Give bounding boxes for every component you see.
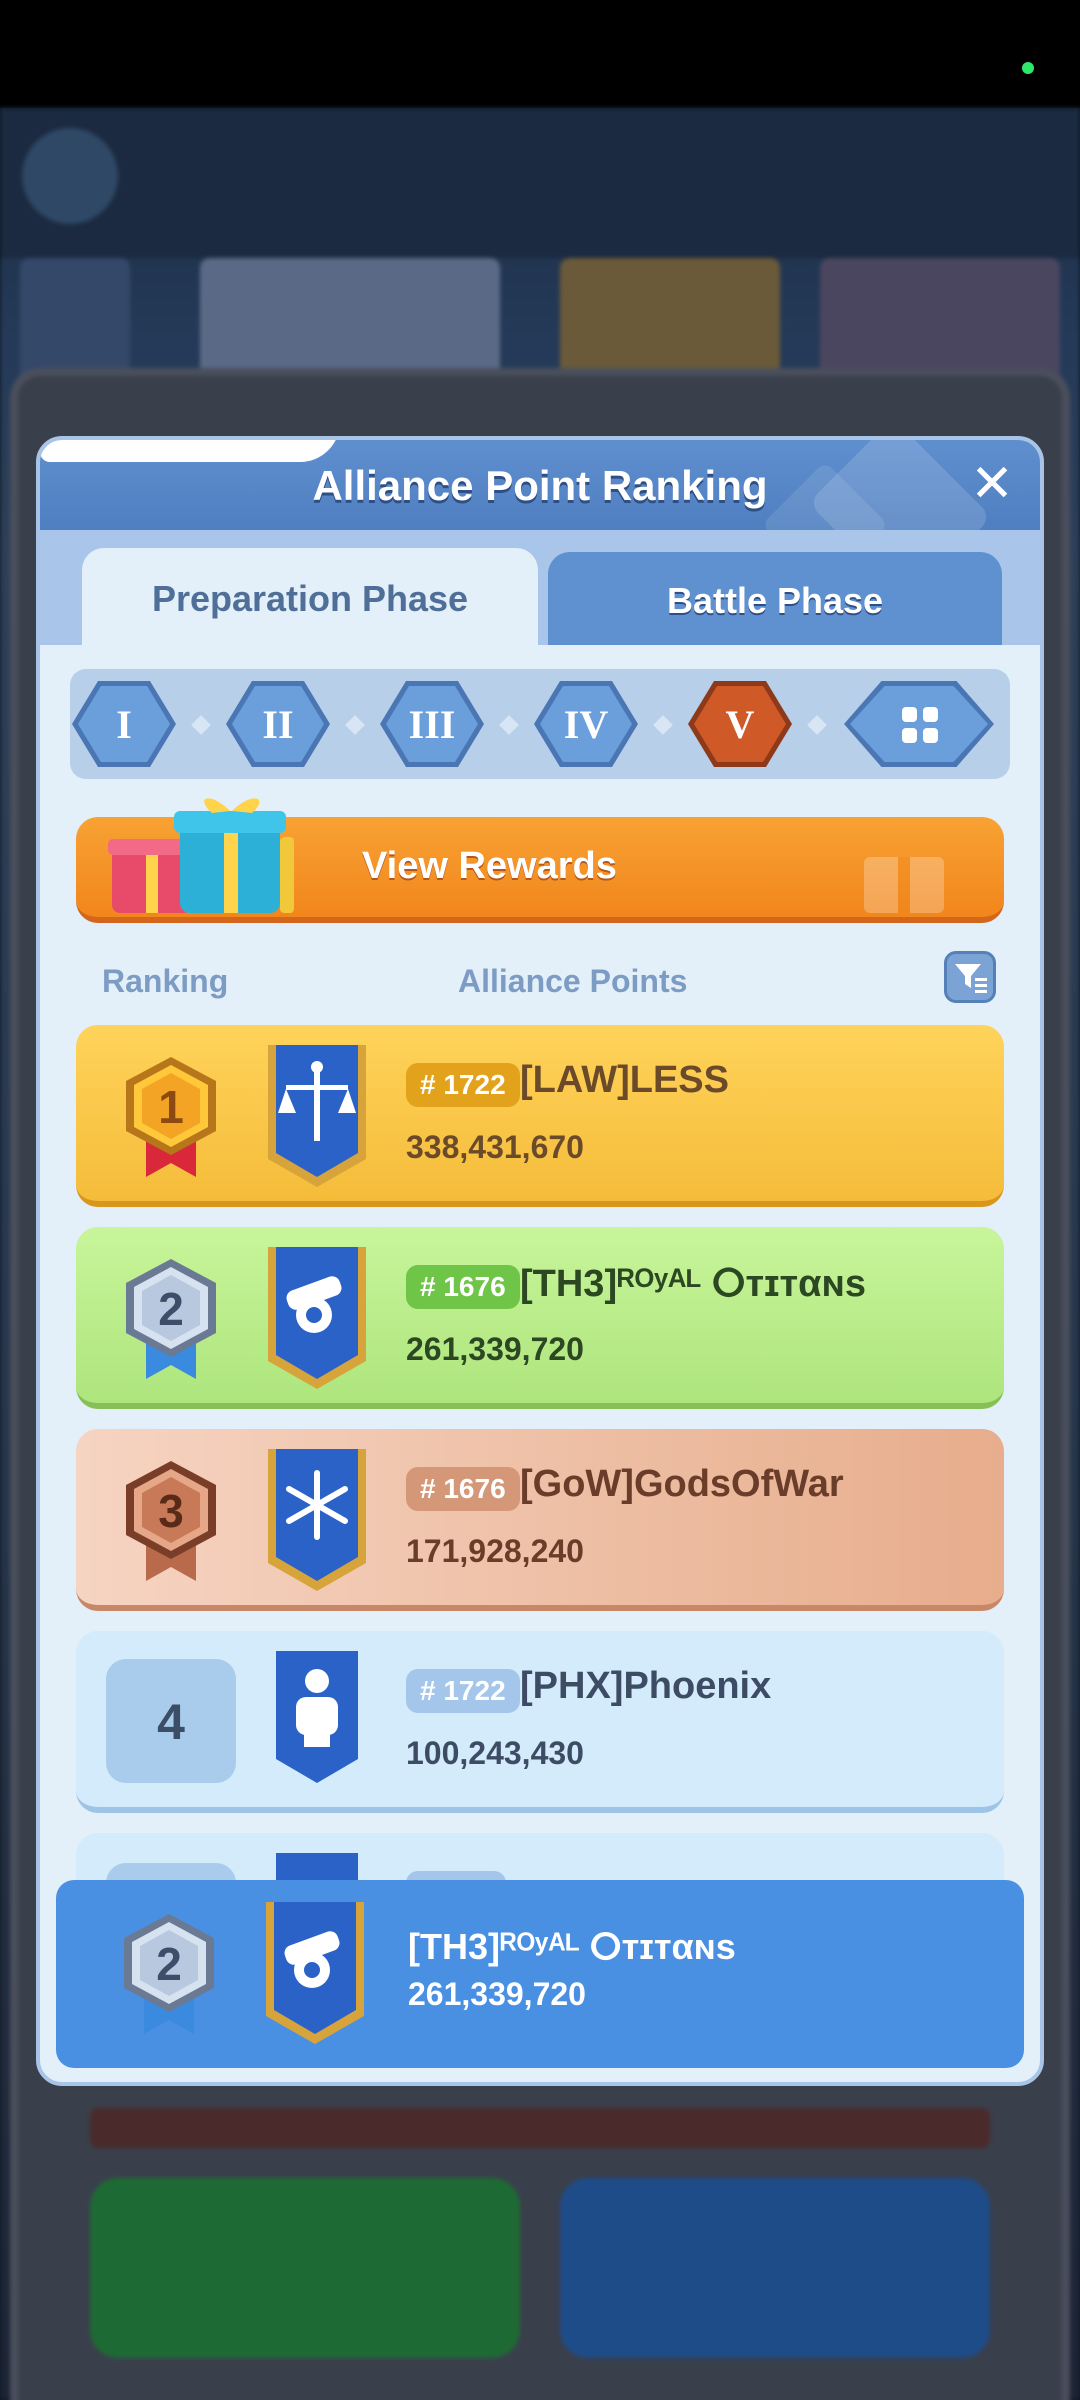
snowflake-banner-icon [268, 1449, 366, 1591]
bg-button-green [90, 2178, 520, 2358]
fist-banner-icon [276, 1651, 358, 1783]
my-alliance-name: [TH3]ᴿᴼʸᴬᴸ ⵔтɪтαɴѕ [408, 1926, 736, 1967]
bg-button-blue [560, 2178, 990, 2358]
tier-button-v[interactable]: V [688, 681, 792, 767]
alliance-name: [GoW]GodsOfWar [520, 1463, 844, 1505]
cannon-banner-icon [268, 1247, 366, 1389]
grid-icon [902, 707, 938, 743]
server-tag: # 1676 [406, 1467, 520, 1511]
filter-icon[interactable] [944, 951, 996, 1003]
phase-tabs: Preparation Phase Battle Phase [40, 530, 1040, 648]
tab-battle-phase[interactable]: Battle Phase [548, 552, 1002, 648]
ranking-row[interactable]: 1 # 1722 [LAW]LESS 338,431,670 [76, 1025, 1004, 1207]
tier-button-all[interactable] [844, 681, 994, 767]
snow-decoration [40, 440, 340, 462]
ranking-row[interactable]: 4 # 1722 [PHX]Phoenix 100,243,430 [76, 1631, 1004, 1813]
bg-header [0, 108, 1080, 258]
alliance-name: [PHX]Phoenix [520, 1665, 772, 1707]
gift-icon [108, 798, 294, 913]
server-tag: # 1722 [406, 1063, 520, 1107]
close-icon[interactable]: ✕ [966, 458, 1018, 510]
rank-box: 4 [106, 1659, 236, 1783]
ranking-row[interactable]: 2 # 1676 [TH3]ᴿᴼʸᴬᴸ ⵔтɪтαɴѕ 261,339,720 [76, 1227, 1004, 1409]
status-bar [0, 0, 1080, 108]
modal-content: I II III IV V View Rewards Ranking Allia… [40, 645, 1040, 2082]
scales-banner-icon [268, 1045, 366, 1187]
gold-medal-icon: 1 [126, 1057, 216, 1177]
tier-separator [653, 715, 673, 735]
my-alliance-points: 261,339,720 [408, 1976, 586, 2012]
rank-number: 1 [158, 1081, 184, 1133]
alliance-points: 100,243,430 [406, 1735, 584, 1771]
tier-button-iv[interactable]: IV [534, 681, 638, 767]
cannon-banner-icon [266, 1902, 364, 2044]
bg-logo-icon [22, 128, 118, 224]
alliance-name: [LAW]LESS [520, 1059, 729, 1101]
gift-decoration-icon [864, 857, 944, 913]
bg-strip [90, 2108, 990, 2148]
bronze-medal-icon: 3 [126, 1461, 216, 1581]
tab-label: Battle Phase [666, 580, 884, 621]
rank-number: 2 [156, 1938, 182, 1990]
rank-number: 2 [158, 1283, 184, 1335]
view-rewards-button[interactable]: View Rewards [76, 798, 1004, 923]
alliance-points: 261,339,720 [406, 1331, 584, 1367]
rank-number: 4 [157, 1694, 185, 1750]
modal-header: Alliance Point Ranking ✕ [40, 440, 1040, 530]
silver-medal-icon: 2 [126, 1259, 216, 1379]
my-alliance-row[interactable]: 2 [TH3]ᴿᴼʸᴬᴸ ⵔтɪтαɴѕ 261,339,720 [56, 1880, 1024, 2068]
tier-button-iii[interactable]: III [380, 681, 484, 767]
view-rewards-label: View Rewards [362, 845, 617, 887]
ranking-modal: Alliance Point Ranking ✕ Preparation Pha… [36, 436, 1044, 2086]
status-indicator-dot [1022, 62, 1034, 74]
modal-title: Alliance Point Ranking [312, 462, 768, 509]
tier-button-ii[interactable]: II [226, 681, 330, 767]
tier-selector: I II III IV V [70, 669, 1010, 779]
silver-medal-icon: 2 [124, 1914, 214, 2034]
tab-label: Preparation Phase [151, 578, 469, 619]
column-header-ranking: Ranking [102, 963, 229, 999]
column-header-alliance-points: Alliance Points [458, 963, 688, 999]
ranking-list[interactable]: 1 # 1722 [LAW]LESS 338,431,670 2 # 1676 … [40, 1025, 1040, 1885]
alliance-points: 338,431,670 [406, 1129, 584, 1165]
ranking-row[interactable]: 3 # 1676 [GoW]GodsOfWar 171,928,240 [76, 1429, 1004, 1611]
tier-button-i[interactable]: I [72, 681, 176, 767]
tier-separator [191, 715, 211, 735]
server-tag: # 1722 [406, 1669, 520, 1713]
tier-separator [499, 715, 519, 735]
tier-separator [807, 715, 827, 735]
ranking-row[interactable] [76, 1833, 1004, 1885]
rank-number: 3 [158, 1485, 184, 1537]
server-tag: # 1676 [406, 1265, 520, 1309]
alliance-points: 171,928,240 [406, 1533, 584, 1569]
alliance-name: [TH3]ᴿᴼʸᴬᴸ ⵔтɪтαɴѕ [520, 1263, 866, 1305]
tier-separator [345, 715, 365, 735]
tab-preparation-phase[interactable]: Preparation Phase [82, 548, 538, 648]
